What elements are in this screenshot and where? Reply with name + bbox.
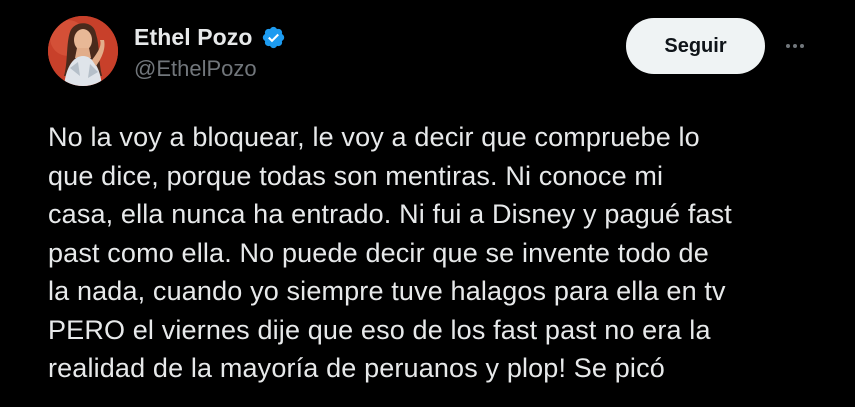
- tweet-text-line: casa, ella nunca ha entrado. Ni fui a Di…: [48, 199, 732, 229]
- tweet-text-line: PERO el viernes dije que eso de los fast…: [48, 314, 711, 345]
- author-handle[interactable]: @EthelPozo: [134, 56, 286, 82]
- verified-badge-icon: [261, 25, 286, 50]
- follow-button[interactable]: Seguir: [626, 18, 765, 74]
- more-options-button[interactable]: [780, 34, 810, 58]
- author-info: Ethel Pozo @EthelPozo: [134, 20, 286, 82]
- more-horizontal-icon: [786, 44, 804, 48]
- author-display-name[interactable]: Ethel Pozo: [134, 24, 253, 51]
- avatar-image: [48, 16, 118, 86]
- tweet-text-line: la nada, cuando yo siempre tuve halagos …: [48, 276, 726, 306]
- tweet-text: No la voy a bloquear, le voy a decir que…: [48, 118, 838, 388]
- display-name-row: Ethel Pozo: [134, 20, 286, 54]
- tweet-card: Ethel Pozo @EthelPozo Seguir No la voy a…: [0, 0, 855, 407]
- tweet-text-line: que dice, porque todas son mentiras. Ni …: [48, 160, 664, 191]
- tweet-text-line: No la voy a bloquear, le voy a decir que…: [48, 122, 700, 152]
- tweet-text-line: realidad de la mayoría de peruanos y plo…: [48, 353, 665, 383]
- author-avatar[interactable]: [48, 16, 118, 86]
- tweet-text-line: past como ella. No puede decir que se in…: [48, 237, 709, 268]
